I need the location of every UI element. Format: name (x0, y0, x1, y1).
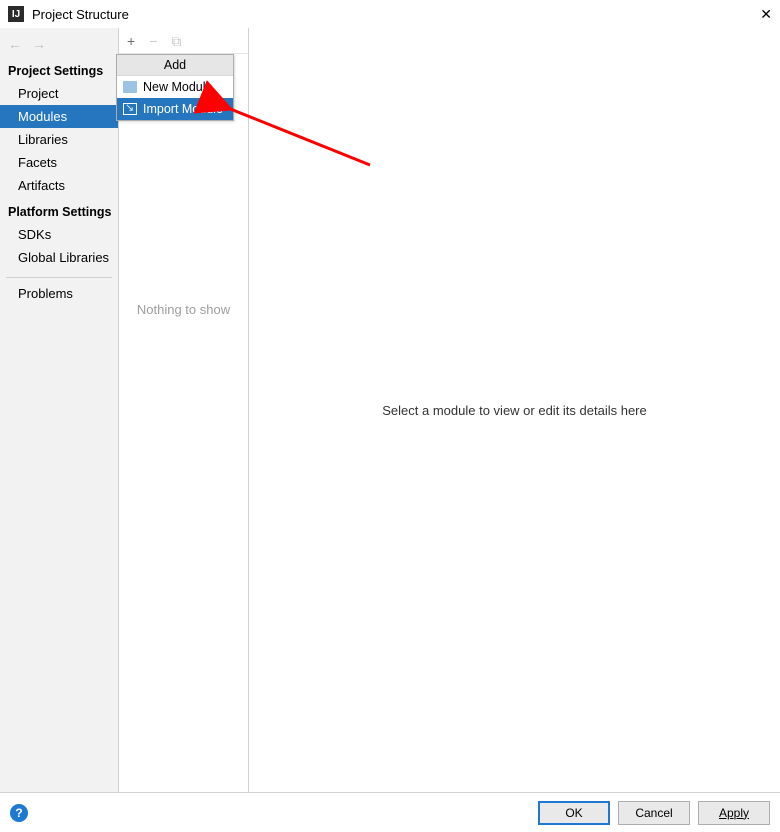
sidebar-item-artifacts[interactable]: Artifacts (0, 174, 118, 197)
modules-toolbar: + − ⧉ (119, 28, 248, 54)
sidebar-item-modules[interactable]: Modules (0, 105, 118, 128)
sidebar: ← → Project Settings Project Modules Lib… (0, 28, 119, 792)
modules-empty-text: Nothing to show (119, 54, 248, 792)
sidebar-item-global-libraries[interactable]: Global Libraries (0, 246, 118, 269)
section-header-platform-settings: Platform Settings (0, 197, 118, 223)
popup-item-label: Import Module (143, 102, 223, 116)
apply-button[interactable]: Apply (698, 801, 770, 825)
sidebar-divider (6, 277, 112, 278)
cancel-button[interactable]: Cancel (618, 801, 690, 825)
help-icon[interactable]: ? (10, 804, 28, 822)
sidebar-item-sdks[interactable]: SDKs (0, 223, 118, 246)
import-icon (123, 103, 137, 115)
add-popup-header: Add (117, 55, 233, 76)
add-popup: Add New Module Import Module (116, 54, 234, 121)
folder-icon (123, 81, 137, 93)
ok-button[interactable]: OK (538, 801, 610, 825)
add-module-button[interactable]: + (127, 34, 135, 48)
sidebar-item-project[interactable]: Project (0, 82, 118, 105)
dialog-title: Project Structure (32, 7, 740, 22)
modules-list-panel: + − ⧉ Nothing to show (119, 28, 249, 792)
popup-item-new-module[interactable]: New Module (117, 76, 233, 98)
nav-back-icon[interactable]: ← (8, 37, 22, 51)
copy-module-button: ⧉ (171, 34, 181, 48)
module-details-placeholder: Select a module to view or edit its deta… (382, 403, 646, 418)
popup-item-label: New Module (143, 80, 212, 94)
module-details-panel: Select a module to view or edit its deta… (249, 28, 780, 792)
section-header-project-settings: Project Settings (0, 56, 118, 82)
nav-forward-icon[interactable]: → (32, 37, 46, 51)
app-icon: IJ (8, 6, 24, 22)
sidebar-item-facets[interactable]: Facets (0, 151, 118, 174)
popup-item-import-module[interactable]: Import Module (117, 98, 233, 120)
remove-module-button: − (149, 34, 157, 48)
sidebar-item-problems[interactable]: Problems (0, 282, 118, 305)
close-button[interactable]: ✕ (740, 6, 772, 23)
sidebar-item-libraries[interactable]: Libraries (0, 128, 118, 151)
